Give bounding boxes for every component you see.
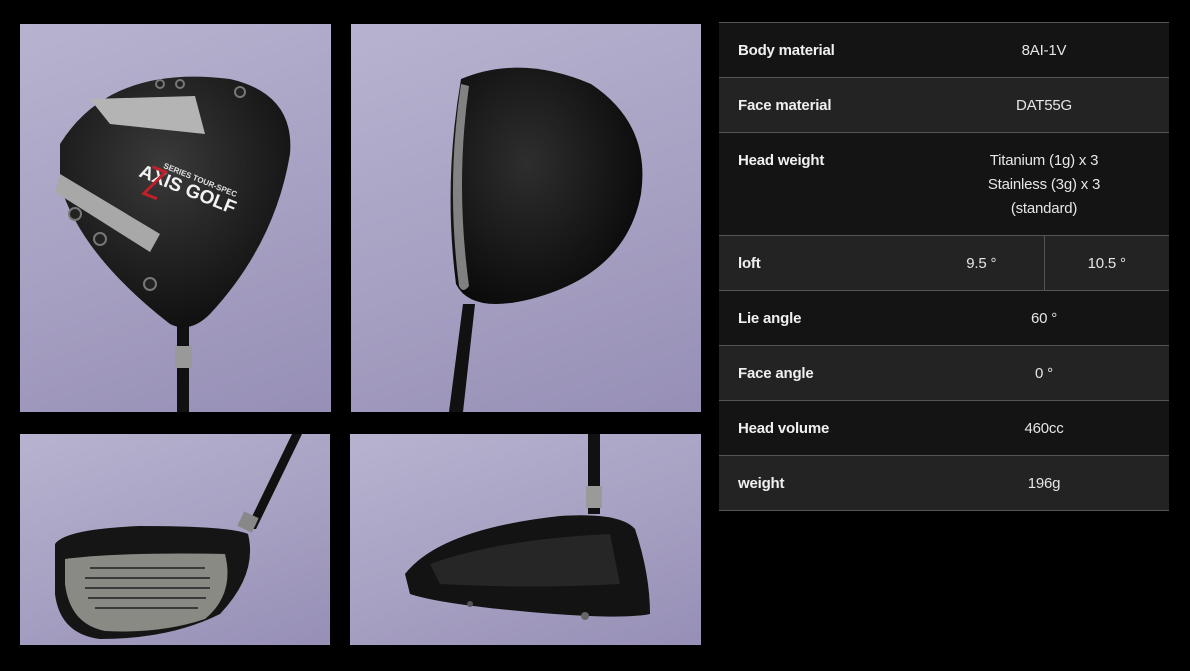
spec-row-body-material: Body material 8AI-1V	[719, 23, 1169, 78]
spec-label: Body material	[738, 41, 835, 59]
spec-value-line: (standard)	[1010, 200, 1078, 217]
spec-value: 60 °	[1030, 309, 1058, 327]
spec-label: Head volume	[738, 419, 830, 437]
spec-loft-options: 9.5 ° 10.5 °	[919, 236, 1169, 290]
driver-side-image	[405, 434, 650, 620]
club-photo-face	[20, 434, 330, 645]
spec-row-lie-angle: Lie angle 60 °	[719, 291, 1169, 346]
spec-row-face-angle: Face angle 0 °	[719, 346, 1169, 401]
spec-label: loft	[738, 254, 761, 272]
club-photo-top	[351, 24, 701, 412]
spec-label: Lie angle	[738, 309, 802, 327]
spec-row-loft: loft 9.5 ° 10.5 °	[719, 236, 1169, 291]
driver-face-image	[55, 434, 302, 639]
spec-label: Face angle	[738, 364, 814, 382]
spec-value: DAT55G	[1015, 96, 1073, 114]
spec-label: weight	[738, 474, 785, 492]
driver-top-image	[449, 67, 643, 412]
spec-value: 460cc	[1024, 419, 1064, 437]
spec-value-loft-1: 9.5 °	[919, 236, 1045, 290]
club-photo-side	[350, 434, 701, 645]
spec-value-loft-2: 10.5 °	[1087, 254, 1126, 272]
spec-table: Body material 8AI-1V Face material DAT55…	[719, 22, 1169, 511]
club-photo-crown: AXIS GOLF SERIES TOUR-SPEC	[20, 24, 331, 412]
spec-value-group: Titanium (1g) x 3 Stainless (3g) x 3 (st…	[919, 133, 1169, 235]
spec-row-face-material: Face material DAT55G	[719, 78, 1169, 133]
spec-value-line: Titanium (1g) x 3	[989, 152, 1099, 169]
spec-label: Head weight	[738, 152, 825, 169]
driver-crown-image: AXIS GOLF SERIES TOUR-SPEC	[55, 76, 291, 412]
spec-value: 0 °	[1035, 364, 1053, 382]
spec-row-weight: weight 196g	[719, 456, 1169, 511]
spec-row-head-volume: Head volume 460cc	[719, 401, 1169, 456]
spec-row-head-weight: Head weight Titanium (1g) x 3 Stainless …	[719, 133, 1169, 236]
spec-value: 196g	[1027, 474, 1061, 492]
spec-value: 8AI-1V	[1021, 41, 1067, 59]
spec-label: Face material	[738, 96, 832, 114]
spec-value-line: Stainless (3g) x 3	[987, 176, 1101, 193]
